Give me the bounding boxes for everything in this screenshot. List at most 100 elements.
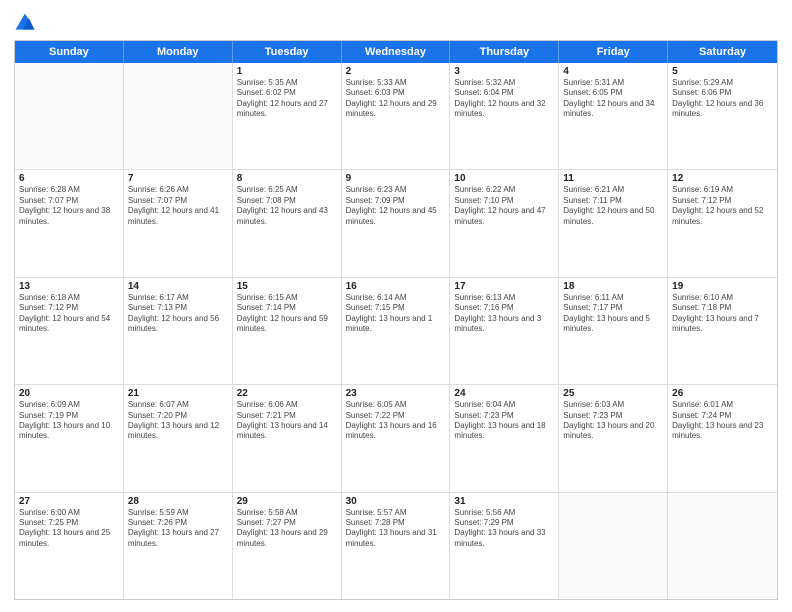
calendar-row: 27Sunrise: 6:00 AM Sunset: 7:25 PM Dayli… [15,493,777,599]
calendar-cell: 22Sunrise: 6:06 AM Sunset: 7:21 PM Dayli… [233,385,342,491]
calendar-cell: 25Sunrise: 6:03 AM Sunset: 7:23 PM Dayli… [559,385,668,491]
day-number: 9 [346,173,446,184]
day-number: 13 [19,281,119,292]
day-number: 30 [346,496,446,507]
cell-detail: Sunrise: 5:31 AM Sunset: 6:05 PM Dayligh… [563,78,663,120]
cell-detail: Sunrise: 6:14 AM Sunset: 7:15 PM Dayligh… [346,293,446,335]
cell-detail: Sunrise: 6:23 AM Sunset: 7:09 PM Dayligh… [346,185,446,227]
day-number: 28 [128,496,228,507]
calendar-cell: 19Sunrise: 6:10 AM Sunset: 7:18 PM Dayli… [668,278,777,384]
calendar-row: 20Sunrise: 6:09 AM Sunset: 7:19 PM Dayli… [15,385,777,492]
cell-detail: Sunrise: 6:04 AM Sunset: 7:23 PM Dayligh… [454,400,554,442]
logo [14,12,40,34]
cell-detail: Sunrise: 6:17 AM Sunset: 7:13 PM Dayligh… [128,293,228,335]
calendar-cell [668,493,777,599]
calendar-cell: 26Sunrise: 6:01 AM Sunset: 7:24 PM Dayli… [668,385,777,491]
cell-detail: Sunrise: 5:58 AM Sunset: 7:27 PM Dayligh… [237,508,337,550]
day-number: 23 [346,388,446,399]
calendar-row: 1Sunrise: 5:35 AM Sunset: 6:02 PM Daylig… [15,63,777,170]
cell-detail: Sunrise: 6:18 AM Sunset: 7:12 PM Dayligh… [19,293,119,335]
calendar-cell: 17Sunrise: 6:13 AM Sunset: 7:16 PM Dayli… [450,278,559,384]
cell-detail: Sunrise: 6:19 AM Sunset: 7:12 PM Dayligh… [672,185,773,227]
calendar-cell: 5Sunrise: 5:29 AM Sunset: 6:06 PM Daylig… [668,63,777,169]
cell-detail: Sunrise: 6:15 AM Sunset: 7:14 PM Dayligh… [237,293,337,335]
calendar-cell: 9Sunrise: 6:23 AM Sunset: 7:09 PM Daylig… [342,170,451,276]
cell-detail: Sunrise: 6:28 AM Sunset: 7:07 PM Dayligh… [19,185,119,227]
calendar-cell: 15Sunrise: 6:15 AM Sunset: 7:14 PM Dayli… [233,278,342,384]
calendar-cell: 29Sunrise: 5:58 AM Sunset: 7:27 PM Dayli… [233,493,342,599]
calendar-cell: 16Sunrise: 6:14 AM Sunset: 7:15 PM Dayli… [342,278,451,384]
calendar-cell: 23Sunrise: 6:05 AM Sunset: 7:22 PM Dayli… [342,385,451,491]
day-number: 21 [128,388,228,399]
calendar-cell: 31Sunrise: 5:56 AM Sunset: 7:29 PM Dayli… [450,493,559,599]
day-number: 17 [454,281,554,292]
day-number: 14 [128,281,228,292]
cell-detail: Sunrise: 5:57 AM Sunset: 7:28 PM Dayligh… [346,508,446,550]
cell-detail: Sunrise: 6:13 AM Sunset: 7:16 PM Dayligh… [454,293,554,335]
cell-detail: Sunrise: 6:21 AM Sunset: 7:11 PM Dayligh… [563,185,663,227]
calendar-cell: 21Sunrise: 6:07 AM Sunset: 7:20 PM Dayli… [124,385,233,491]
day-number: 2 [346,66,446,77]
day-number: 26 [672,388,773,399]
header-day: Sunday [15,41,124,63]
cell-detail: Sunrise: 6:10 AM Sunset: 7:18 PM Dayligh… [672,293,773,335]
day-number: 29 [237,496,337,507]
cell-detail: Sunrise: 5:32 AM Sunset: 6:04 PM Dayligh… [454,78,554,120]
calendar-cell: 28Sunrise: 5:59 AM Sunset: 7:26 PM Dayli… [124,493,233,599]
calendar-cell: 14Sunrise: 6:17 AM Sunset: 7:13 PM Dayli… [124,278,233,384]
cell-detail: Sunrise: 6:05 AM Sunset: 7:22 PM Dayligh… [346,400,446,442]
header [14,12,778,34]
cell-detail: Sunrise: 6:09 AM Sunset: 7:19 PM Dayligh… [19,400,119,442]
day-number: 6 [19,173,119,184]
header-day: Wednesday [342,41,451,63]
calendar-cell: 6Sunrise: 6:28 AM Sunset: 7:07 PM Daylig… [15,170,124,276]
cell-detail: Sunrise: 6:06 AM Sunset: 7:21 PM Dayligh… [237,400,337,442]
calendar-cell: 20Sunrise: 6:09 AM Sunset: 7:19 PM Dayli… [15,385,124,491]
day-number: 20 [19,388,119,399]
cell-detail: Sunrise: 6:01 AM Sunset: 7:24 PM Dayligh… [672,400,773,442]
day-number: 27 [19,496,119,507]
cell-detail: Sunrise: 6:26 AM Sunset: 7:07 PM Dayligh… [128,185,228,227]
day-number: 12 [672,173,773,184]
calendar-row: 6Sunrise: 6:28 AM Sunset: 7:07 PM Daylig… [15,170,777,277]
calendar-cell: 24Sunrise: 6:04 AM Sunset: 7:23 PM Dayli… [450,385,559,491]
calendar-cell: 27Sunrise: 6:00 AM Sunset: 7:25 PM Dayli… [15,493,124,599]
day-number: 19 [672,281,773,292]
calendar-cell: 10Sunrise: 6:22 AM Sunset: 7:10 PM Dayli… [450,170,559,276]
calendar-header: SundayMondayTuesdayWednesdayThursdayFrid… [15,41,777,63]
day-number: 7 [128,173,228,184]
calendar-cell: 1Sunrise: 5:35 AM Sunset: 6:02 PM Daylig… [233,63,342,169]
cell-detail: Sunrise: 6:22 AM Sunset: 7:10 PM Dayligh… [454,185,554,227]
day-number: 15 [237,281,337,292]
cell-detail: Sunrise: 5:59 AM Sunset: 7:26 PM Dayligh… [128,508,228,550]
calendar-cell: 18Sunrise: 6:11 AM Sunset: 7:17 PM Dayli… [559,278,668,384]
day-number: 16 [346,281,446,292]
cell-detail: Sunrise: 6:25 AM Sunset: 7:08 PM Dayligh… [237,185,337,227]
day-number: 3 [454,66,554,77]
day-number: 10 [454,173,554,184]
day-number: 24 [454,388,554,399]
calendar-row: 13Sunrise: 6:18 AM Sunset: 7:12 PM Dayli… [15,278,777,385]
calendar-cell: 7Sunrise: 6:26 AM Sunset: 7:07 PM Daylig… [124,170,233,276]
cell-detail: Sunrise: 6:07 AM Sunset: 7:20 PM Dayligh… [128,400,228,442]
calendar-cell: 11Sunrise: 6:21 AM Sunset: 7:11 PM Dayli… [559,170,668,276]
cell-detail: Sunrise: 5:33 AM Sunset: 6:03 PM Dayligh… [346,78,446,120]
cell-detail: Sunrise: 6:00 AM Sunset: 7:25 PM Dayligh… [19,508,119,550]
header-day: Tuesday [233,41,342,63]
header-day: Friday [559,41,668,63]
header-day: Monday [124,41,233,63]
day-number: 4 [563,66,663,77]
calendar-cell: 13Sunrise: 6:18 AM Sunset: 7:12 PM Dayli… [15,278,124,384]
calendar-cell [124,63,233,169]
cell-detail: Sunrise: 5:29 AM Sunset: 6:06 PM Dayligh… [672,78,773,120]
calendar-cell: 30Sunrise: 5:57 AM Sunset: 7:28 PM Dayli… [342,493,451,599]
day-number: 11 [563,173,663,184]
header-day: Thursday [450,41,559,63]
day-number: 1 [237,66,337,77]
calendar-body: 1Sunrise: 5:35 AM Sunset: 6:02 PM Daylig… [15,63,777,599]
day-number: 5 [672,66,773,77]
day-number: 31 [454,496,554,507]
day-number: 18 [563,281,663,292]
page: SundayMondayTuesdayWednesdayThursdayFrid… [0,0,792,612]
calendar-cell: 12Sunrise: 6:19 AM Sunset: 7:12 PM Dayli… [668,170,777,276]
